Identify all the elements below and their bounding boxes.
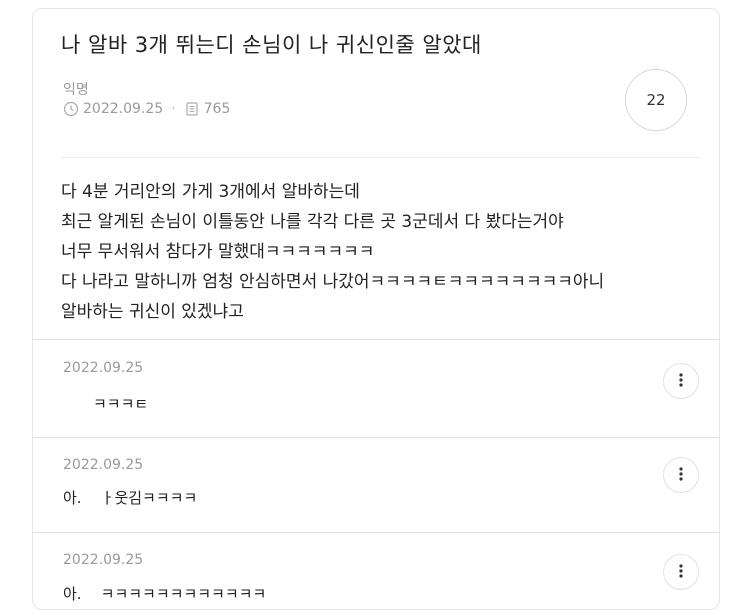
meta-separator: · (171, 101, 176, 117)
comment-date: 2022.09.25 (63, 360, 144, 376)
post-card: 나 알바 3개 뛰는디 손님이 나 귀신인줄 알았대 익명 2022.09.25… (32, 8, 720, 610)
comment-separator (33, 532, 719, 533)
comment-text: 아. ㅋㅋㅋㅋㅋㅋㅋㅋㅋㅋㅋㅋ (63, 585, 267, 603)
comment-date: 2022.09.25 (63, 457, 144, 473)
comment-more-button[interactable] (663, 457, 699, 493)
comment-count-badge[interactable]: 22 (625, 69, 687, 131)
comment-separator (33, 339, 719, 340)
post-body-line: 다 나라고 말하니까 엄청 안심하면서 나갔어ㅋㅋㅋㅋㅌㅋㅋㅋㅋㅋㅋㅋㅋ아니 (61, 272, 605, 292)
comment-separator (33, 437, 719, 438)
more-vertical-icon (679, 563, 683, 582)
comment-text: 아. ㅏ웃김ㅋㅋㅋㅋ (63, 489, 198, 507)
post-body: 다 4분 거리안의 가게 3개에서 알바하는데 최근 알게된 손님이 이틀동안 … (61, 177, 604, 327)
post-body-line: 너무 무서워서 참다가 말했대ㅋㅋㅋㅋㅋㅋㅋ (61, 242, 375, 262)
comment-more-button[interactable] (663, 363, 699, 399)
more-vertical-icon (679, 466, 683, 485)
comment-text: ㅋㅋㅋㅌ (93, 395, 149, 413)
document-icon (184, 101, 200, 117)
post-meta: 2022.09.25 · 765 (63, 101, 230, 117)
comment-date: 2022.09.25 (63, 552, 144, 568)
post-date: 2022.09.25 (83, 101, 164, 117)
comment-more-button[interactable] (663, 554, 699, 590)
post-body-line: 다 4분 거리안의 가게 3개에서 알바하는데 (61, 182, 360, 202)
post-author: 익명 (63, 82, 89, 98)
more-vertical-icon (679, 372, 683, 391)
post-views: 765 (203, 101, 231, 117)
post-title: 나 알바 3개 뛰는디 손님이 나 귀신인줄 알았대 (61, 33, 482, 57)
post-body-line: 알바하는 귀신이 있겠냐고 (61, 302, 244, 322)
clock-icon (63, 101, 79, 117)
header-divider (61, 157, 701, 158)
post-body-line: 최근 알게된 손님이 이틀동안 나를 각각 다른 곳 3군데서 다 봤다는거야 (61, 212, 564, 232)
